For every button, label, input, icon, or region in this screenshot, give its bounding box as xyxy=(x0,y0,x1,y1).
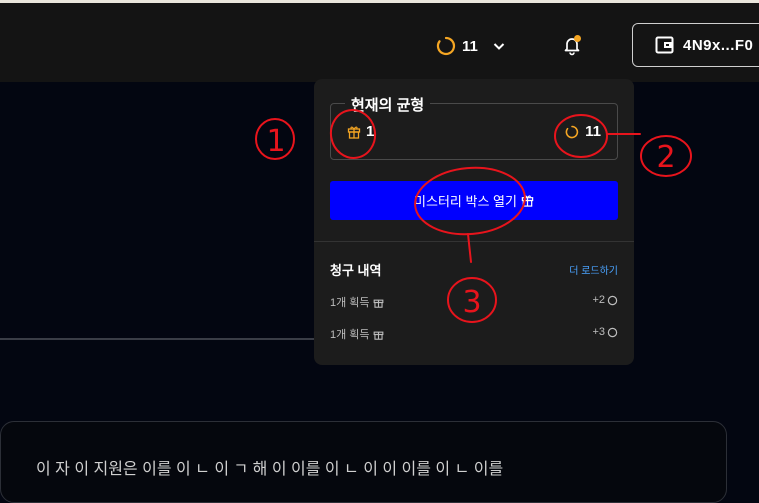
annotation-label-circle-2 xyxy=(640,135,692,177)
wallet-address: 4N9x...F0 xyxy=(683,36,754,54)
claim-row: 1개 획득 +3 xyxy=(330,326,618,342)
claim-amount: +3 xyxy=(592,326,605,338)
panel-divider xyxy=(314,241,634,242)
annotation-label-circle-1 xyxy=(255,118,295,160)
notification-dot-icon xyxy=(574,35,581,42)
top-header: 11 4N9x...F0 xyxy=(0,3,759,82)
wallet-button[interactable]: 4N9x...F0 xyxy=(632,23,759,67)
open-mystery-box-button[interactable]: 미스터리 박스 열기 xyxy=(330,181,618,220)
current-balance-box: 현재의 균형 1 11 xyxy=(330,94,618,160)
gift-icon xyxy=(347,126,361,139)
annotation-label-2: 2 xyxy=(656,140,675,175)
chevron-down-icon xyxy=(493,43,505,50)
notifications-button[interactable] xyxy=(561,34,583,61)
balance-dropdown-panel: 현재의 균형 1 11 미스터리 박스 열기 청구 내역 더 로드하기 1개 획… xyxy=(314,79,634,365)
gift-icon xyxy=(373,331,383,340)
open-button-label: 미스터리 박스 열기 xyxy=(414,194,517,209)
mystery-box-balance: 1 xyxy=(347,123,374,140)
points-dropdown-toggle[interactable]: 11 xyxy=(436,36,506,56)
claims-history-title: 청구 내역 xyxy=(330,263,382,278)
mystery-box-count: 1 xyxy=(366,123,375,140)
load-more-link[interactable]: 더 로드하기 xyxy=(569,262,618,277)
annotation-label-1: 1 xyxy=(266,124,285,159)
gift-icon xyxy=(373,299,383,308)
points-spinner-icon xyxy=(436,36,456,56)
claim-amount: +2 xyxy=(592,294,605,306)
points-spinner-icon xyxy=(565,125,579,138)
points-value: 11 xyxy=(462,37,478,55)
points-balance: 11 xyxy=(565,123,601,140)
points-coin-icon xyxy=(607,295,618,305)
claim-label: 1개 획득 xyxy=(330,329,370,341)
bell-icon xyxy=(564,35,581,56)
background-text: 이 자 이 지원은 이를 이 ㄴ 이 ㄱ 해 이 이를 이 ㄴ 이 이 이를 이… xyxy=(36,461,504,478)
claim-row: 1개 획득 +2 xyxy=(330,294,618,310)
wallet-icon xyxy=(655,36,674,54)
points-coin-icon xyxy=(607,327,618,337)
points-count: 11 xyxy=(585,123,601,140)
claim-label: 1개 획득 xyxy=(330,297,370,309)
content-divider xyxy=(0,338,316,340)
balance-title: 현재의 균형 xyxy=(345,94,431,115)
gift-icon xyxy=(521,195,534,207)
